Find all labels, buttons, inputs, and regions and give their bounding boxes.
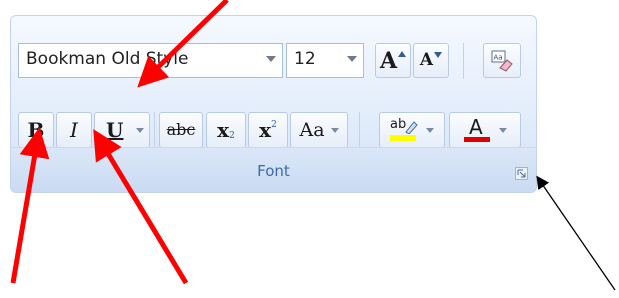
font-name-value: Bookman Old Style xyxy=(26,49,189,69)
highlighter-icon: ab xyxy=(390,118,418,142)
font-color-icon: A xyxy=(463,117,491,143)
black-arrow-launcher xyxy=(536,175,616,291)
separator xyxy=(463,43,464,79)
strikethrough-button[interactable]: abc xyxy=(159,112,203,148)
chevron-down-icon[interactable] xyxy=(347,56,357,62)
underline-icon: U xyxy=(106,118,124,142)
shrink-font-button[interactable]: A xyxy=(413,43,449,78)
group-label: Font xyxy=(257,162,290,180)
superscript-button[interactable]: x 2 xyxy=(248,112,288,148)
italic-icon: I xyxy=(70,118,78,142)
chevron-down-icon[interactable] xyxy=(426,127,434,133)
subscript-button[interactable]: x 2 xyxy=(206,112,246,148)
clear-formatting-icon: Aa xyxy=(491,50,513,72)
strikethrough-icon: abc xyxy=(166,120,196,139)
font-color-letter: A xyxy=(469,115,483,139)
subscript-mark: 2 xyxy=(229,130,235,141)
font-size-dropdown[interactable]: 12 xyxy=(286,43,364,78)
change-case-icon: Aa xyxy=(299,118,325,141)
grow-font-button[interactable]: A xyxy=(375,43,411,78)
font-name-dropdown[interactable]: Bookman Old Style xyxy=(18,43,283,78)
text-highlight-button[interactable]: ab xyxy=(379,112,445,148)
font-color-button[interactable]: A xyxy=(449,112,521,148)
dialog-launcher-icon xyxy=(517,169,526,178)
shrink-font-icon: A xyxy=(419,50,434,70)
down-triangle-icon xyxy=(434,51,443,58)
separator xyxy=(359,112,360,148)
font-group-panel: Bookman Old Style 12 A A Aa B I U abc x … xyxy=(10,15,537,193)
chevron-down-icon[interactable] xyxy=(266,56,276,62)
chevron-down-icon[interactable] xyxy=(330,127,339,133)
font-size-value: 12 xyxy=(294,49,316,69)
subscript-icon: x xyxy=(217,118,230,142)
svg-text:Aa: Aa xyxy=(494,53,503,61)
bold-icon: B xyxy=(27,118,45,142)
dialog-launcher-button[interactable] xyxy=(515,167,528,180)
separator xyxy=(154,112,155,148)
chevron-down-icon[interactable] xyxy=(136,127,145,133)
change-case-button[interactable]: Aa xyxy=(290,112,348,148)
up-triangle-icon xyxy=(398,50,407,57)
superscript-icon: x xyxy=(259,118,272,142)
bold-button[interactable]: B xyxy=(18,112,54,148)
pen-icon xyxy=(405,121,418,134)
clear-formatting-button[interactable]: Aa xyxy=(483,43,521,78)
highlight-color-bar xyxy=(390,135,416,141)
superscript-mark: 2 xyxy=(271,119,277,130)
grow-font-icon: A xyxy=(379,47,398,74)
font-color-bar xyxy=(464,137,490,142)
italic-button[interactable]: I xyxy=(56,112,92,148)
chevron-down-icon[interactable] xyxy=(499,127,507,133)
underline-button[interactable]: U xyxy=(94,112,150,148)
group-footer: Font xyxy=(11,147,536,192)
